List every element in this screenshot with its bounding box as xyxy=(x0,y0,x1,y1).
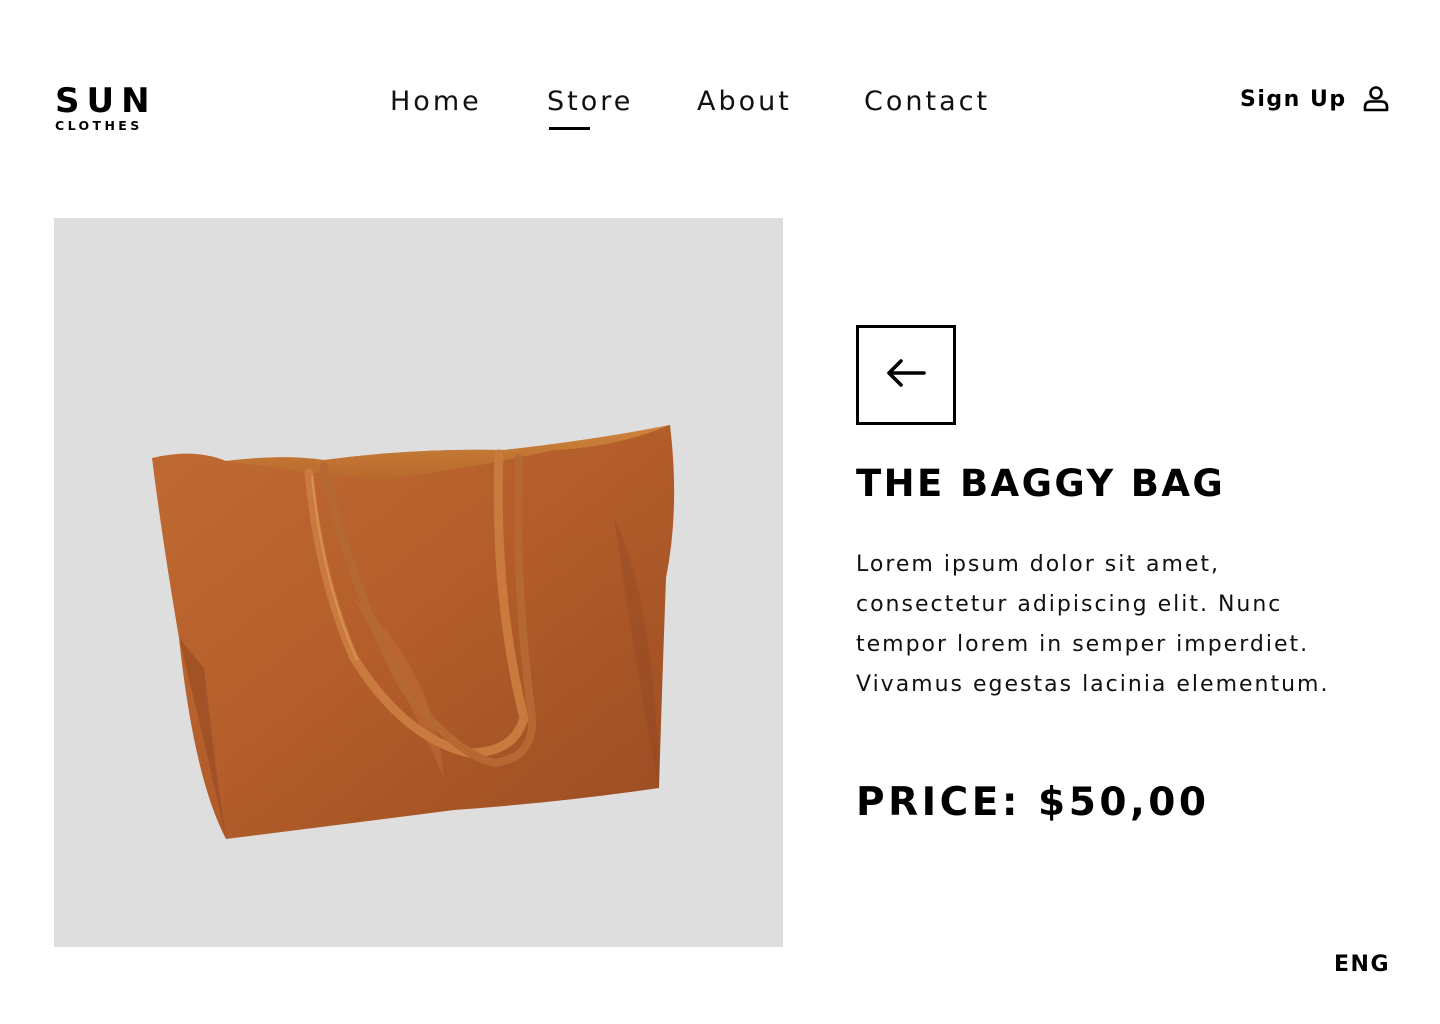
main-nav: Home Store About Contact xyxy=(0,86,1440,136)
product-title: THE BAGGY BAG xyxy=(856,462,1226,505)
back-button[interactable] xyxy=(856,325,956,425)
user-icon xyxy=(1361,84,1391,114)
arrow-left-icon xyxy=(884,358,928,392)
sign-up-button[interactable]: Sign Up xyxy=(1240,84,1391,114)
product-description: Lorem ipsum dolor sit amet, consectetur … xyxy=(856,552,1330,697)
sign-up-label: Sign Up xyxy=(1240,86,1347,112)
nav-active-indicator xyxy=(549,127,590,130)
product-price: PRICE: $50,00 xyxy=(856,780,1210,825)
nav-item-about[interactable]: About xyxy=(697,86,792,117)
bag-body xyxy=(152,425,675,839)
nav-item-store[interactable]: Store xyxy=(547,86,633,117)
language-selector[interactable]: ENG xyxy=(1334,952,1390,977)
product-image xyxy=(54,218,783,947)
nav-item-home[interactable]: Home xyxy=(390,86,482,117)
nav-item-contact[interactable]: Contact xyxy=(864,86,990,117)
